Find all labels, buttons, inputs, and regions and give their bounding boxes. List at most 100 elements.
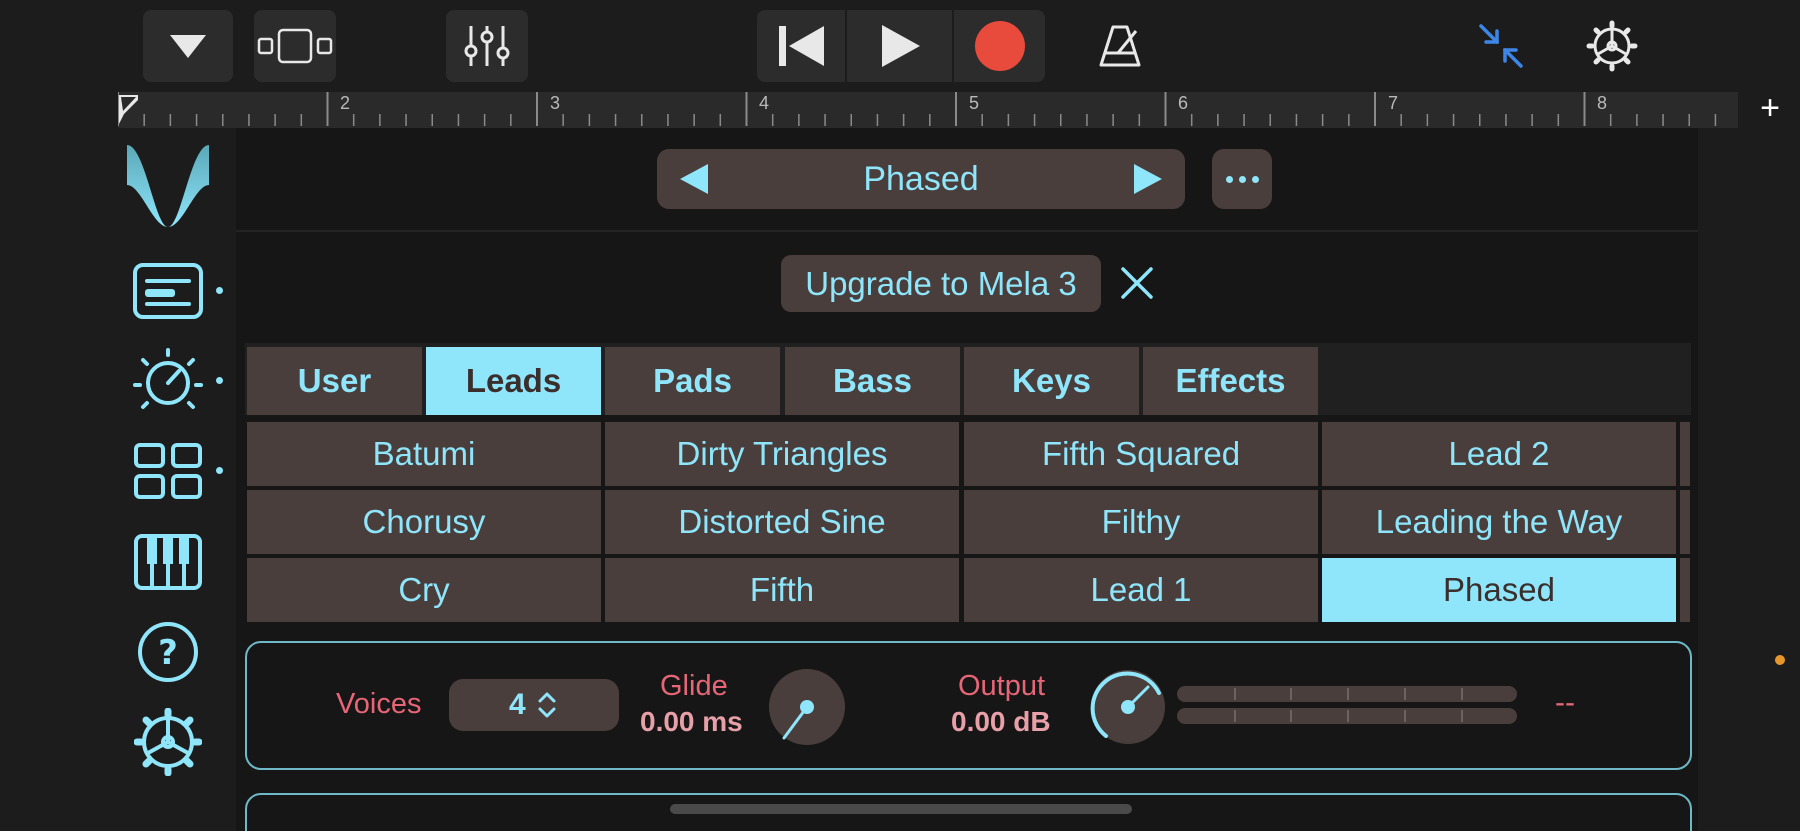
tab-user[interactable]: User [247, 347, 422, 415]
svg-text:?: ? [158, 633, 178, 673]
play-icon [881, 25, 920, 67]
mixer-sliders-icon [464, 26, 510, 66]
preset-item[interactable]: Lead 2 [1322, 422, 1676, 486]
preset-item[interactable]: Dirty Triangles [605, 422, 959, 486]
gear-icon [1586, 20, 1638, 72]
timeline-ruler[interactable]: 2 3 4 5 6 7 8 [118, 92, 1738, 128]
preset-item[interactable]: Fifth [605, 558, 959, 622]
skip-back-icon [779, 26, 824, 66]
sidebar-item-settings[interactable] [133, 707, 203, 777]
indicator-dot [216, 467, 223, 474]
output-meter-right [1177, 708, 1517, 724]
bar-number: 8 [1597, 93, 1608, 113]
close-icon [1121, 267, 1153, 299]
glide-knob[interactable] [768, 668, 846, 751]
bar-number: 4 [759, 93, 770, 113]
bar-number: 3 [550, 93, 561, 113]
record-icon [974, 21, 1025, 71]
preset-item[interactable]: Leading the Way [1322, 490, 1676, 554]
preset-card-icon [133, 263, 203, 319]
voices-value: 4 [509, 688, 526, 721]
tab-effects[interactable]: Effects [1143, 347, 1318, 415]
glide-label: Glide [660, 670, 728, 702]
output-value: 0.00 dB [951, 706, 1051, 737]
minimize-arrows-icon [1479, 24, 1523, 68]
preset-item-partial[interactable] [1680, 422, 1690, 486]
preset-item[interactable]: Cry [247, 558, 601, 622]
ruler-ticks [118, 92, 1717, 126]
knob-icon [1090, 670, 1165, 744]
indicator-dot [216, 377, 223, 384]
ellipsis-icon [1238, 175, 1246, 183]
glide-value: 0.00 ms [640, 706, 743, 737]
preset-item-partial[interactable] [1680, 490, 1690, 554]
sidebar-item-modules[interactable] [132, 441, 204, 501]
transport-group [757, 10, 1045, 82]
preset-selector[interactable]: Phased [657, 149, 1185, 209]
indicator-dot [216, 287, 223, 294]
help-icon: ? [138, 622, 198, 682]
chevron-updown-icon [538, 692, 556, 718]
record-button[interactable] [954, 10, 1045, 82]
bar-number: 7 [1388, 93, 1399, 113]
divider [236, 230, 1698, 232]
preset-item[interactable]: Filthy [964, 490, 1318, 554]
knob-icon [769, 669, 845, 745]
tab-leads[interactable]: Leads [426, 347, 601, 415]
bar-number: 5 [969, 93, 980, 113]
track-view-icon [257, 28, 333, 64]
upgrade-button[interactable]: Upgrade to Mela 3 [781, 255, 1101, 312]
preset-item[interactable]: Phased [1322, 558, 1676, 622]
preset-item-partial[interactable] [1680, 558, 1690, 622]
voices-label: Voices [336, 688, 422, 720]
metronome-icon [1099, 25, 1141, 67]
output-meter-left [1177, 686, 1517, 702]
mela-logo [125, 143, 211, 229]
voices-stepper[interactable]: 4 [449, 679, 619, 731]
privacy-indicator-dot [1775, 655, 1785, 665]
mixer-button[interactable] [446, 10, 528, 82]
ellipsis-icon [1251, 175, 1259, 183]
rewind-button[interactable] [757, 10, 845, 82]
preset-item[interactable]: Fifth Squared [964, 422, 1318, 486]
mela-wave-logo [127, 145, 209, 227]
sidebar-item-parameters[interactable] [130, 346, 206, 416]
home-indicator[interactable] [670, 804, 1132, 814]
metronome-button[interactable] [1092, 10, 1148, 82]
play-button[interactable] [847, 10, 952, 82]
preset-item[interactable]: Chorusy [247, 490, 601, 554]
minimize-button[interactable] [1476, 10, 1526, 82]
bar-number: 2 [340, 93, 351, 113]
gear-icon [134, 708, 202, 776]
tab-bass[interactable]: Bass [785, 347, 960, 415]
previous-preset-button[interactable] [675, 161, 715, 197]
track-view-button[interactable] [254, 10, 336, 82]
app-window: 2 3 4 5 6 7 8 + ? Phased Upgrade to Mela… [0, 0, 1800, 831]
next-preset-button[interactable] [1127, 161, 1167, 197]
grid-icon [134, 443, 202, 499]
more-options-button[interactable] [1212, 149, 1272, 209]
close-upgrade-button[interactable] [1118, 264, 1156, 302]
settings-button[interactable] [1585, 10, 1639, 82]
output-knob[interactable] [1086, 665, 1170, 754]
triangle-left-icon [680, 164, 708, 194]
sidebar-item-help[interactable]: ? [134, 619, 202, 685]
preset-item[interactable]: Batumi [247, 422, 601, 486]
sidebar-item-keyboard[interactable] [132, 532, 204, 592]
tab-keys[interactable]: Keys [964, 347, 1139, 415]
preset-item[interactable]: Distorted Sine [605, 490, 959, 554]
tab-pads[interactable]: Pads [605, 347, 780, 415]
knob-icon [133, 348, 203, 409]
ellipsis-icon [1225, 175, 1233, 183]
collapse-button[interactable] [143, 10, 233, 82]
preset-name[interactable]: Phased [657, 149, 1185, 209]
preset-item[interactable]: Lead 1 [964, 558, 1318, 622]
triangle-right-icon [1134, 164, 1162, 194]
output-label: Output [958, 670, 1046, 702]
piano-keys-icon [134, 534, 202, 590]
bar-number: 6 [1178, 93, 1189, 113]
meter-peak-readout: -- [1555, 686, 1575, 719]
add-track-button[interactable]: + [1755, 88, 1785, 128]
right-margin [1698, 128, 1800, 831]
sidebar-item-presets[interactable] [130, 261, 206, 321]
